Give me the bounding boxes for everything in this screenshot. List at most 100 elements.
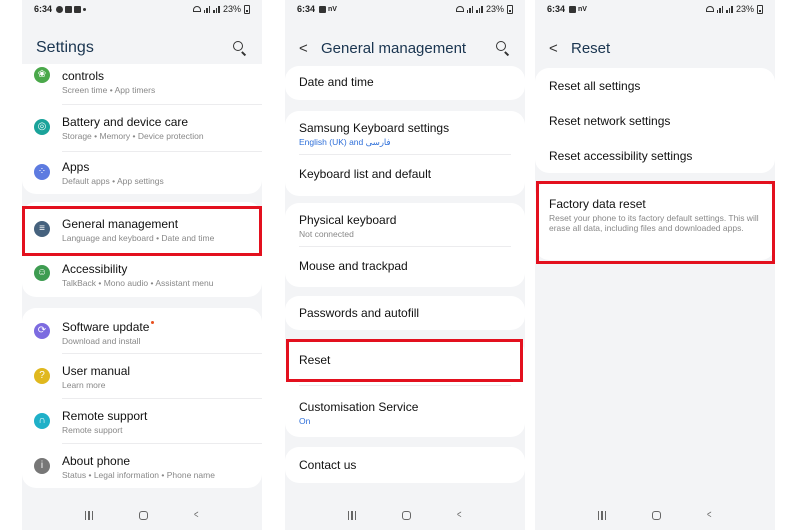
notification-icons <box>56 5 87 13</box>
settings-group-d: Passwords and autofill <box>285 296 525 330</box>
wifi-icon <box>192 6 201 12</box>
notification-icons: nV <box>569 5 587 13</box>
list-item-digital-wellbeing[interactable]: ❀ controls Screen time • App timers <box>22 64 262 102</box>
settings-group-f: Contact us <box>285 447 525 483</box>
battery-care-icon: ◎ <box>34 119 50 135</box>
leaf-icon: ❀ <box>34 67 50 83</box>
item-subtitle: Download and install <box>62 336 141 346</box>
manual-icon: ? <box>34 368 50 384</box>
item-subtitle: Learn more <box>62 380 106 390</box>
settings-group-a: Reset all settings Reset network setting… <box>535 68 775 173</box>
item-title: About phone <box>62 454 131 468</box>
list-item-mouse-trackpad[interactable]: Mouse and trackpad <box>285 247 525 287</box>
network-label: nV <box>578 5 587 13</box>
status-time: 6:34 <box>297 4 316 14</box>
item-subtitle: Remote support <box>62 425 123 435</box>
list-item-software-update[interactable]: ⟳ Software update Download and install <box>22 310 262 352</box>
battery-percent: 23% <box>222 4 241 14</box>
item-subtitle: Default apps • App settings <box>62 176 164 186</box>
wifi-icon <box>455 6 464 12</box>
info-icon: i <box>34 458 50 474</box>
gallery-icon <box>319 5 327 13</box>
item-title: Apps <box>62 160 90 174</box>
nav-bar: < <box>535 500 775 530</box>
signal-2-icon <box>213 5 220 13</box>
app-bar: < General management <box>285 30 525 66</box>
item-title: Physical keyboard <box>299 213 397 227</box>
list-item-keyboard-list[interactable]: Keyboard list and default <box>285 155 525 195</box>
app-bar: < Reset <box>535 30 775 66</box>
item-subtitle: TalkBack • Mono audio • Assistant menu <box>62 278 214 288</box>
list-item-physical-keyboard[interactable]: Physical keyboard Not connected <box>285 203 525 245</box>
home-icon[interactable] <box>651 510 661 520</box>
home-icon[interactable] <box>138 510 148 520</box>
list-item-apps[interactable]: ⁘ Apps Default apps • App settings <box>22 152 262 194</box>
update-icon: ⟳ <box>34 323 50 339</box>
item-title: Keyboard list and default <box>299 167 432 181</box>
page-title: Reset <box>571 39 611 57</box>
search-icon[interactable] <box>232 40 248 56</box>
signal-2-icon <box>476 5 483 13</box>
gallery-icon <box>569 5 577 13</box>
headset-icon: ∩ <box>34 413 50 429</box>
settings-group-a: ❀ controls Screen time • App timers ◎ Ba… <box>22 64 262 194</box>
app-bar: Settings <box>22 30 262 66</box>
item-title: Customisation Service <box>299 400 419 414</box>
search-icon[interactable] <box>495 40 511 56</box>
list-item-accessibility[interactable]: ☺ Accessibility TalkBack • Mono audio • … <box>22 256 262 296</box>
status-time: 6:34 <box>34 4 53 14</box>
item-subtitle: Screen time • App timers <box>62 85 156 95</box>
item-subtitle: Not connected <box>299 229 354 239</box>
settings-group-c: ⟳ Software update Download and install ?… <box>22 308 262 488</box>
back-nav-icon[interactable]: < <box>707 509 712 521</box>
recents-icon[interactable] <box>597 510 607 520</box>
item-subtitle: English (UK) and فارسی <box>299 137 391 147</box>
item-subtitle: On <box>299 416 311 426</box>
recents-icon[interactable] <box>347 510 357 520</box>
notification-icons: nV <box>319 5 337 13</box>
back-nav-icon[interactable]: < <box>457 509 462 521</box>
item-title: controls <box>62 69 105 83</box>
item-title: Date and time <box>299 75 374 89</box>
back-arrow-icon[interactable]: < <box>549 40 571 57</box>
battery-percent: 23% <box>485 4 504 14</box>
list-item-user-manual[interactable]: ? User manual Learn more <box>22 354 262 398</box>
item-title: Contact us <box>299 458 357 472</box>
list-item-reset-network-settings[interactable]: Reset network settings <box>535 103 775 137</box>
checkbox-icon <box>74 5 82 13</box>
list-item-reset-all-settings[interactable]: Reset all settings <box>535 68 775 102</box>
battery-icon <box>507 4 513 14</box>
list-item-about-phone[interactable]: i About phone Status • Legal information… <box>22 444 262 488</box>
recents-icon[interactable] <box>84 510 94 520</box>
back-nav-icon[interactable]: < <box>194 509 199 521</box>
status-time: 6:34 <box>547 4 566 14</box>
gallery-icon <box>65 5 73 13</box>
divider <box>62 104 262 105</box>
list-item-customisation-service[interactable]: Customisation Service On <box>285 387 525 435</box>
item-title: Accessibility <box>62 262 128 276</box>
list-item-reset-accessibility-settings[interactable]: Reset accessibility settings <box>535 138 775 172</box>
item-title: Reset all settings <box>549 79 641 93</box>
list-item-remote-support[interactable]: ∩ Remote support Remote support <box>22 399 262 443</box>
settings-group-c: Physical keyboard Not connected Mouse an… <box>285 203 525 287</box>
signal-icon <box>716 5 724 13</box>
list-item-passwords-autofill[interactable]: Passwords and autofill <box>285 296 525 330</box>
signal-icon <box>466 5 474 13</box>
item-title: Reset accessibility settings <box>549 149 693 163</box>
list-item-date-time[interactable]: Date and time <box>285 66 525 100</box>
highlight-box <box>286 339 523 382</box>
item-title: Samsung Keyboard settings <box>299 121 450 135</box>
home-icon[interactable] <box>401 510 411 520</box>
nav-bar: < <box>22 500 262 530</box>
battery-icon <box>244 4 250 14</box>
list-item-samsung-keyboard[interactable]: Samsung Keyboard settings English (UK) a… <box>285 111 525 153</box>
item-title: Reset network settings <box>549 114 671 128</box>
highlight-box <box>22 206 262 256</box>
signal-2-icon <box>726 5 733 13</box>
item-title: Mouse and trackpad <box>299 259 408 273</box>
status-bar: 6:34 nV 23% <box>535 0 775 18</box>
back-arrow-icon[interactable]: < <box>299 40 321 57</box>
list-item-battery-device-care[interactable]: ◎ Battery and device care Storage • Memo… <box>22 107 262 149</box>
list-item-contact-us[interactable]: Contact us <box>285 447 525 483</box>
nav-bar: < <box>285 500 525 530</box>
